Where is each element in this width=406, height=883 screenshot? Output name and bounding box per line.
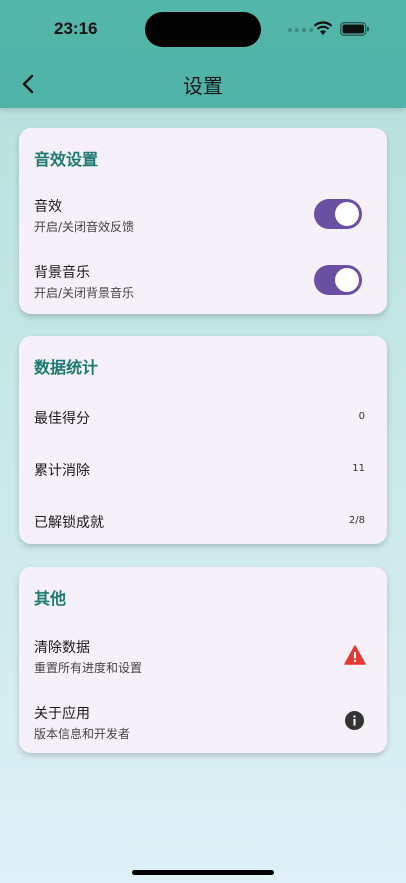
about-app-row[interactable]: 关于应用 版本信息和开发者 [19, 701, 387, 745]
card-title: 其他 [34, 589, 67, 608]
info-icon[interactable] [345, 711, 364, 730]
dynamic-island [145, 12, 261, 47]
stat-row-achievements: 已解锁成就 2/8 [19, 510, 387, 534]
stat-label: 最佳得分 [34, 411, 90, 427]
clear-data-row[interactable]: 清除数据 重置所有进度和设置 [19, 635, 387, 679]
row-subtitle: 开启/关闭音效反馈 [34, 220, 135, 234]
page-title: 设置 [183, 74, 223, 98]
stats-card: 数据统计 最佳得分 0 累计消除 11 已解锁成就 2/8 [19, 336, 387, 544]
battery-icon [340, 22, 369, 36]
status-time: 23:16 [54, 19, 98, 38]
row-subtitle: 重置所有进度和设置 [34, 661, 143, 675]
background-music-row: 背景音乐 开启/关闭背景音乐 [19, 260, 387, 304]
stat-row-best-score: 最佳得分 0 [19, 406, 387, 430]
toggle-knob [335, 202, 359, 226]
stat-row-total-cleared: 累计消除 11 [19, 458, 387, 482]
sound-effect-row: 音效 开启/关闭音效反馈 [19, 194, 387, 238]
row-title: 音效 [34, 199, 62, 215]
wifi-icon [313, 21, 333, 35]
stat-value: 0 [358, 411, 365, 422]
stat-label: 累计消除 [34, 463, 90, 479]
card-title: 音效设置 [34, 150, 99, 169]
row-subtitle: 版本信息和开发者 [34, 727, 131, 741]
cellular-signal-icon [288, 28, 313, 32]
row-subtitle: 开启/关闭背景音乐 [34, 286, 135, 300]
toggle-knob [335, 268, 359, 292]
card-title: 数据统计 [34, 358, 99, 377]
sound-settings-card: 音效设置 音效 开启/关闭音效反馈 背景音乐 开启/关闭背景音乐 [19, 128, 387, 314]
row-title: 背景音乐 [34, 265, 90, 281]
stat-value: 11 [352, 463, 365, 474]
warning-icon[interactable] [344, 645, 366, 665]
row-title: 关于应用 [34, 706, 90, 722]
background-music-toggle[interactable] [314, 265, 362, 295]
other-card: 其他 清除数据 重置所有进度和设置 关于应用 版本信息和开发者 [19, 567, 387, 753]
sound-effect-toggle[interactable] [314, 199, 362, 229]
stat-value: 2/8 [348, 515, 365, 526]
home-indicator[interactable] [132, 870, 274, 875]
app-header: 23:16 设置 [0, 0, 406, 108]
stat-label: 已解锁成就 [34, 515, 104, 531]
row-title: 清除数据 [34, 640, 90, 656]
